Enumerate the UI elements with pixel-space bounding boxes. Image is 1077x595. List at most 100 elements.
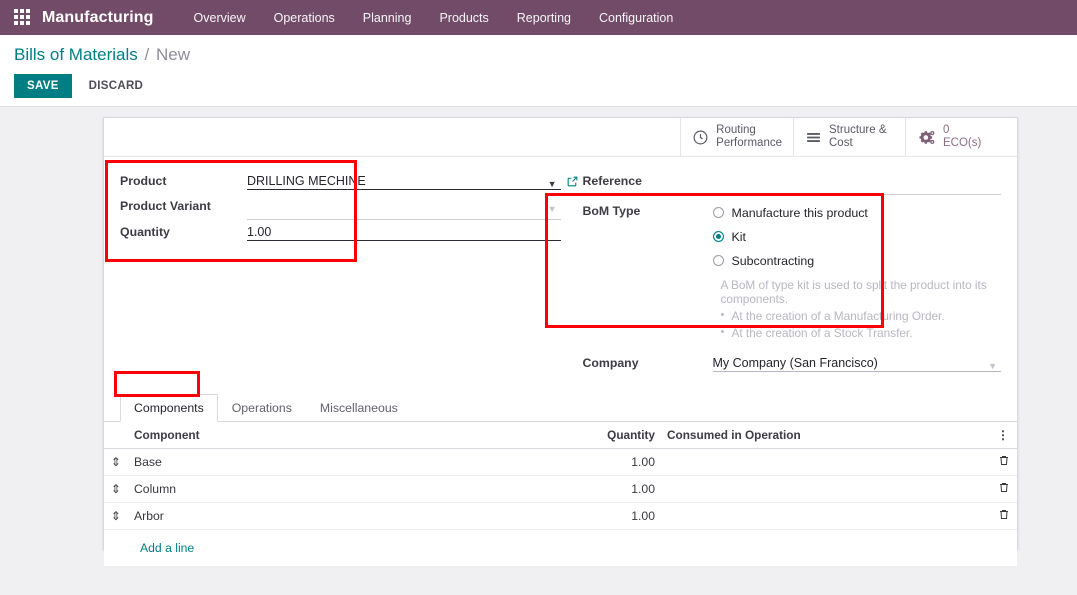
gears-icon — [917, 129, 936, 146]
table-row[interactable]: ⇕ Column 1.00 — [104, 475, 1017, 503]
control-panel: Bills of Materials / New SAVE DISCARD — [0, 35, 1077, 107]
drag-handle-icon[interactable]: ⇕ — [104, 502, 128, 530]
menu-item-products[interactable]: Products — [425, 0, 502, 35]
add-line-spacer — [104, 529, 128, 566]
cell-component[interactable]: Arbor — [128, 502, 511, 530]
tab-miscellaneous[interactable]: Miscellaneous — [306, 394, 412, 422]
bom-form-sheet: Routing Performance Structure & Cost 0 E… — [103, 117, 1018, 566]
field-reference-label: Reference — [582, 174, 642, 188]
header-component[interactable]: Component — [128, 422, 511, 449]
field-product-variant-value[interactable]: ▼ — [247, 196, 561, 220]
apps-grid-icon[interactable] — [14, 8, 32, 27]
menu-item-configuration[interactable]: Configuration — [585, 0, 687, 35]
trash-icon[interactable] — [991, 475, 1017, 503]
app-brand-title[interactable]: Manufacturing — [42, 9, 154, 27]
field-quantity-value[interactable]: 1.00 — [247, 222, 561, 241]
cell-consumed-in-operation[interactable] — [661, 448, 991, 476]
bom-type-radio-group: Manufacture this product Kit Subcontract… — [712, 201, 1002, 343]
stat-button-ecos-label: 0 ECO(s) — [943, 124, 981, 150]
radio-indicator[interactable] — [712, 207, 724, 218]
field-company-text: My Company (San Francisco) — [712, 356, 878, 370]
header-quantity[interactable]: Quantity — [511, 422, 661, 449]
radio-indicator-selected[interactable] — [712, 231, 724, 242]
list-lines-icon — [805, 129, 822, 146]
field-company-label: Company — [582, 356, 639, 370]
bom-type-hint-bullet: At the creation of a Manufacturing Order… — [721, 307, 1002, 325]
tab-operations[interactable]: Operations — [218, 394, 306, 422]
field-quantity-label: Quantity — [120, 225, 170, 239]
components-table: Component Quantity Consumed in Operation… — [104, 422, 1017, 566]
radio-label: Kit — [731, 229, 746, 244]
field-bom-type: BoM Type Manufacture this product Kit Su… — [583, 201, 1002, 343]
breadcrumb-bills-of-materials[interactable]: Bills of Materials — [14, 45, 138, 64]
components-table-body: ⇕ Base 1.00 ⇕ Column 1.00 ⇕ Arbor 1.00 A… — [104, 448, 1017, 566]
save-button[interactable]: SAVE — [14, 74, 72, 98]
field-company-value[interactable]: My Company (San Francisco) ▼ — [712, 353, 1001, 372]
table-header-row: Component Quantity Consumed in Operation… — [104, 422, 1017, 449]
components-table-head: Component Quantity Consumed in Operation… — [104, 422, 1017, 449]
chevron-down-icon[interactable]: ▼ — [548, 204, 557, 214]
breadcrumb-separator: / — [144, 45, 150, 64]
field-company: Company My Company (San Francisco) ▼ — [582, 353, 1001, 376]
header-consumed-in-operation[interactable]: Consumed in Operation — [661, 422, 991, 449]
stat-button-routing-performance[interactable]: Routing Performance — [680, 118, 793, 156]
trash-icon[interactable] — [991, 502, 1017, 530]
stat-button-structure-cost-label: Structure & Cost — [829, 124, 887, 150]
tab-components[interactable]: Components — [120, 394, 218, 422]
table-row[interactable]: ⇕ Base 1.00 — [104, 448, 1017, 476]
vertical-dots-icon[interactable]: ⋮ — [991, 422, 1017, 449]
chevron-down-icon[interactable]: ▼ — [548, 179, 557, 189]
add-line-cell: Add a line — [128, 529, 1017, 566]
discard-button[interactable]: DISCARD — [76, 74, 157, 98]
header-handle — [104, 422, 128, 449]
cell-consumed-in-operation[interactable] — [661, 475, 991, 503]
form-body: Product DRILLING MECHINE ▼ Product Varia… — [104, 157, 1017, 378]
stat-count: 0 — [943, 123, 950, 136]
cell-consumed-in-operation[interactable] — [661, 502, 991, 530]
field-reference-value[interactable] — [712, 171, 1001, 195]
radio-label: Manufacture this product — [731, 205, 868, 220]
menu-item-overview[interactable]: Overview — [180, 0, 260, 35]
bom-type-hint-intro: A BoM of type kit is used to split the p… — [720, 278, 987, 306]
add-line-row: Add a line — [104, 529, 1017, 566]
cell-quantity[interactable]: 1.00 — [511, 502, 661, 530]
sheet-container: Routing Performance Structure & Cost 0 E… — [0, 107, 1077, 566]
drag-handle-icon[interactable]: ⇕ — [104, 475, 128, 503]
stat-line-2: Performance — [716, 137, 782, 149]
breadcrumb-current: New — [155, 45, 190, 64]
internal-link-icon[interactable] — [566, 175, 579, 191]
menu-item-operations[interactable]: Operations — [260, 0, 349, 35]
field-product-variant: Product Variant ▼ — [120, 196, 561, 220]
field-product-variant-label: Product Variant — [120, 199, 211, 213]
radio-indicator[interactable] — [712, 255, 724, 266]
cell-component[interactable]: Base — [128, 448, 511, 476]
form-action-buttons: SAVE DISCARD — [14, 74, 1077, 98]
cell-quantity[interactable]: 1.00 — [511, 448, 661, 476]
stat-line-2: ECO(s) — [943, 137, 982, 149]
notebook: Components Operations Miscellaneous Comp… — [104, 394, 1017, 566]
add-a-line-button[interactable]: Add a line — [134, 535, 200, 561]
cell-quantity[interactable]: 1.00 — [511, 475, 661, 503]
bom-type-hint-list: At the creation of a Manufacturing Order… — [721, 307, 1002, 342]
main-menu: Overview Operations Planning Products Re… — [180, 0, 688, 35]
radio-label: Subcontracting — [731, 253, 815, 268]
radio-option-kit[interactable]: Kit — [712, 225, 1002, 248]
stat-button-structure-cost[interactable]: Structure & Cost — [793, 118, 905, 156]
field-product-text: DRILLING MECHINE — [247, 174, 366, 188]
radio-option-manufacture-this-product[interactable]: Manufacture this product — [712, 201, 1002, 224]
field-product: Product DRILLING MECHINE ▼ — [120, 171, 577, 194]
bom-type-hint-bullet: At the creation of a Stock Transfer. — [721, 324, 1002, 342]
cell-component[interactable]: Column — [128, 475, 511, 503]
drag-handle-icon[interactable]: ⇕ — [104, 448, 128, 476]
chevron-down-icon[interactable]: ▼ — [988, 361, 997, 371]
menu-item-planning[interactable]: Planning — [349, 0, 426, 35]
trash-icon[interactable] — [991, 448, 1017, 476]
radio-option-subcontracting[interactable]: Subcontracting — [712, 249, 1002, 272]
menu-item-reporting[interactable]: Reporting — [503, 0, 585, 35]
stat-button-ecos[interactable]: 0 ECO(s) — [905, 118, 1017, 156]
field-quantity: Quantity 1.00 — [120, 222, 561, 245]
field-product-value[interactable]: DRILLING MECHINE ▼ — [247, 171, 577, 190]
breadcrumb: Bills of Materials / New — [14, 45, 1077, 65]
table-row[interactable]: ⇕ Arbor 1.00 — [104, 502, 1017, 530]
bom-type-hint: A BoM of type kit is used to split the p… — [713, 278, 1002, 342]
